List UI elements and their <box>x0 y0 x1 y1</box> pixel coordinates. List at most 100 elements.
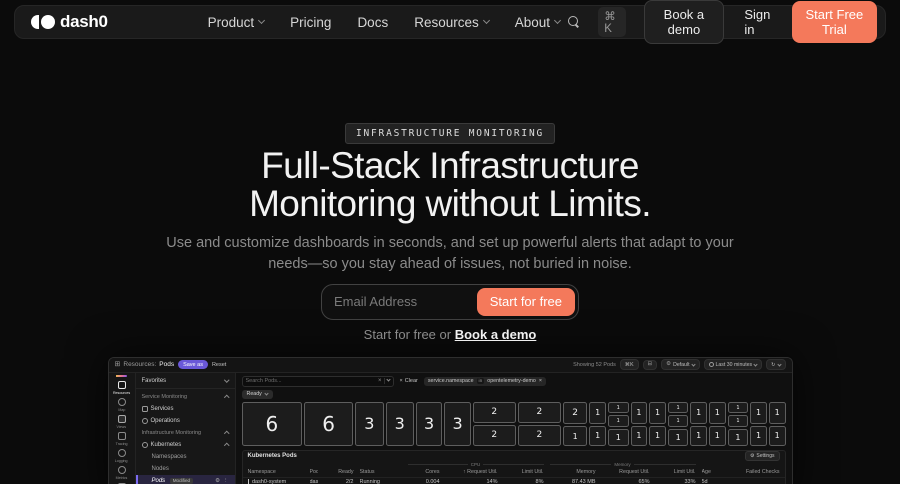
sidebar-favorites[interactable]: Favorites <box>136 375 235 387</box>
treemap-tile[interactable]: 1 <box>750 425 767 446</box>
rail-item-views[interactable]: Views <box>109 414 135 430</box>
treemap-tile[interactable]: 2 <box>472 424 516 446</box>
treemap-tile[interactable]: 1 <box>690 425 708 446</box>
treemap-tile[interactable]: 1 <box>667 401 689 414</box>
column-header[interactable]: Cores <box>408 469 439 475</box>
shortcut-chip[interactable]: ⌘K <box>619 359 639 371</box>
column-header[interactable]: Limit Util. <box>656 469 696 475</box>
treemap-tile[interactable]: 1 <box>589 401 606 424</box>
gear-icon[interactable]: ⚙ <box>215 478 220 484</box>
treemap-tile[interactable]: 1 <box>630 401 648 424</box>
sidebar-item-services[interactable]: Services <box>136 403 235 415</box>
treemap-tile[interactable]: 3 <box>385 401 414 446</box>
rail-item-metrics[interactable]: Metrics <box>109 465 135 481</box>
treemap-tile[interactable]: 1 <box>607 415 629 427</box>
sidebar-section-service-monitoring[interactable]: Service Monitoring <box>136 391 235 403</box>
dash0-logo[interactable]: dash0 <box>31 12 108 32</box>
rail-item-resources[interactable]: Resources <box>109 380 135 396</box>
treemap-tile[interactable]: 6 <box>304 401 354 446</box>
start-for-free-button[interactable]: Start for free <box>476 287 575 316</box>
chevron-down-icon[interactable] <box>385 377 391 383</box>
treemap-tile[interactable]: 1 <box>709 401 726 424</box>
treemap-tile[interactable]: 1 <box>667 415 689 427</box>
rail-item-tracing[interactable]: Tracing <box>109 431 135 447</box>
treemap-tile[interactable]: 1 <box>607 401 629 414</box>
kubernetes-icon <box>141 441 148 448</box>
column-header[interactable]: Pod <box>310 469 318 475</box>
search-button[interactable]: ⌘ K <box>560 2 634 42</box>
sign-in-button[interactable]: Sign in <box>734 1 781 43</box>
nav-item-pricing[interactable]: Pricing <box>290 15 331 30</box>
treemap-tile[interactable]: 3 <box>355 401 384 446</box>
treemap-tile[interactable]: 6 <box>241 401 303 446</box>
treemap-tile[interactable]: 1 <box>750 401 767 424</box>
treemap-tile[interactable]: 1 <box>727 428 749 446</box>
treemap-tile[interactable]: 1 <box>630 425 648 446</box>
treemap-tile[interactable]: 1 <box>690 401 708 424</box>
nav-item-product[interactable]: Product <box>208 15 266 30</box>
column-header[interactable]: Request Util. <box>602 469 649 475</box>
kebab-menu-icon[interactable]: ⋮ <box>223 478 229 484</box>
treemap-tile[interactable]: 2 <box>517 401 561 423</box>
column-header[interactable]: Ready <box>324 469 353 475</box>
sidebar-section-infrastructure-monitoring[interactable]: Infrastructure Monitoring <box>136 427 235 439</box>
reset-button[interactable]: Reset <box>212 362 226 368</box>
nav-item-resources[interactable]: Resources <box>414 15 490 30</box>
treemap-tile[interactable]: 1 <box>649 425 666 446</box>
time-range-selector[interactable]: Last 30 minutes <box>703 359 763 371</box>
map-icon <box>117 397 126 406</box>
treemap-tile[interactable]: 3 <box>415 401 443 446</box>
save-as-button[interactable]: Save as <box>178 360 208 370</box>
sidebar-item-namespaces[interactable]: Namespaces <box>136 451 235 463</box>
column-header[interactable]: Memory <box>550 469 595 475</box>
treemap-tile[interactable]: 1 <box>768 401 786 424</box>
book-demo-button[interactable]: Book a demo <box>643 0 725 44</box>
panel-toggle-button[interactable]: ⊟ <box>642 359 658 371</box>
treemap-tile[interactable]: 1 <box>607 428 629 446</box>
cpu-group-label: CPU <box>408 462 544 467</box>
treemap-tile[interactable]: 1 <box>562 426 588 446</box>
start-free-trial-button[interactable]: Start Free Trial <box>791 1 877 43</box>
nav-item-docs[interactable]: Docs <box>357 15 388 30</box>
table-row[interactable]: dash0-system dash0-operator-controller-74… <box>242 476 785 484</box>
treemap-tile[interactable]: 1 <box>709 425 726 446</box>
treemap-tile[interactable]: 2 <box>517 424 561 446</box>
column-header[interactable]: Limit Util. <box>504 469 544 475</box>
treemap-tile[interactable]: 1 <box>727 415 749 427</box>
treemap-tile[interactable]: 1 <box>667 428 689 446</box>
nav-item-about[interactable]: About <box>515 15 562 30</box>
clear-input-icon[interactable]: × <box>378 378 382 384</box>
treemap-tile[interactable]: 3 <box>444 401 471 446</box>
email-field[interactable] <box>334 294 477 310</box>
close-icon[interactable]: × <box>539 378 542 384</box>
treemap-tile[interactable]: 1 <box>589 425 606 446</box>
sidebar-item-operations[interactable]: Operations <box>136 415 235 427</box>
sidebar-item-pods[interactable]: Pods Modified ⚙ ⋮ <box>135 474 235 484</box>
refresh-button[interactable]: ↻ <box>766 359 786 371</box>
treemap-tile[interactable]: 1 <box>649 401 666 424</box>
clear-filters-button[interactable]: × Clear <box>400 378 418 384</box>
column-header[interactable]: Failed Checks <box>730 469 780 475</box>
rail-item-map[interactable]: Map <box>109 397 135 413</box>
book-demo-link[interactable]: Book a demo <box>455 327 537 342</box>
treemap-tile[interactable]: 1 <box>768 425 786 446</box>
treemap-tile[interactable]: 2 <box>472 401 516 423</box>
app-sidebar: Favorites Service Monitoring Services Op… <box>135 372 236 484</box>
column-header[interactable]: ↑ Request Util. <box>446 469 497 475</box>
table-settings-button[interactable]: ⚙ Settings <box>744 451 780 462</box>
rail-item-logging[interactable]: Logging <box>109 448 135 464</box>
table-cell: 5d <box>701 479 708 484</box>
view-selector[interactable]: ⚙ Default <box>661 359 700 371</box>
sidebar-item-kubernetes[interactable]: Kubernetes <box>136 439 235 451</box>
treemap-tile[interactable]: 1 <box>727 401 749 414</box>
sidebar-item-nodes[interactable]: Nodes <box>136 463 235 475</box>
column-header[interactable]: Age <box>702 469 724 475</box>
product-screenshot-window: ⊞ Resources: Pods Save as Reset Showing … <box>107 356 793 484</box>
namespace-filter-chip[interactable]: service.namespace in opentelemetry-demo … <box>423 376 546 386</box>
column-header[interactable]: Status <box>360 469 402 475</box>
views-icon <box>117 414 126 423</box>
ready-filter-chip[interactable]: Ready <box>241 389 273 399</box>
column-header[interactable]: Namespace <box>248 469 304 475</box>
treemap-tile[interactable]: 2 <box>562 401 588 425</box>
search-pods-input[interactable] <box>245 378 378 385</box>
